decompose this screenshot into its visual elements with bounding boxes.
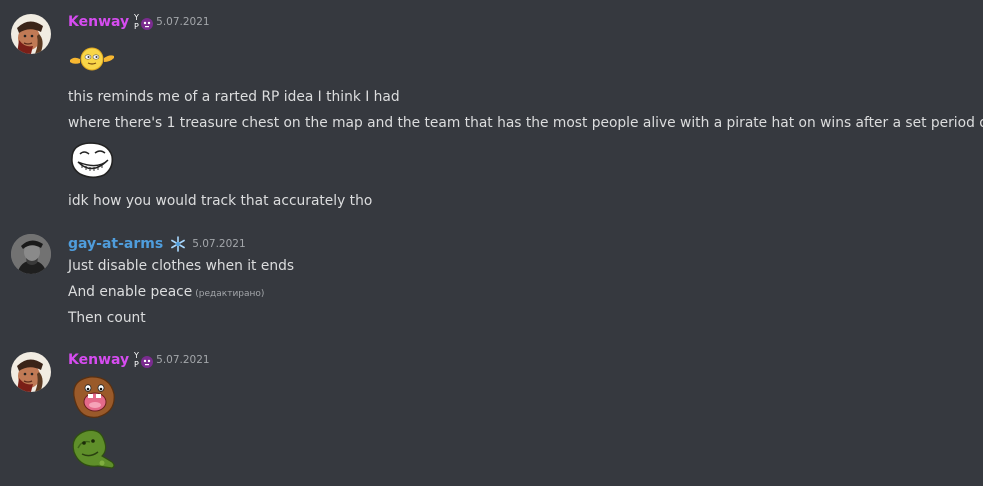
svg-text:P: P (134, 360, 139, 369)
knight-portrait-avatar[interactable] (11, 234, 51, 274)
green-blob-creature-emoji[interactable] (68, 426, 118, 470)
snowflake-badge-icon[interactable] (170, 236, 186, 252)
svg-text:Y: Y (133, 351, 139, 360)
yo-p-skull-badge-icon[interactable]: Y P (133, 12, 154, 32)
screaming-potato-emoji[interactable] (68, 374, 118, 420)
edited-label[interactable]: (редактирано) (195, 289, 264, 299)
svg-text:Y: Y (133, 13, 139, 22)
yo-p-skull-badge-icon[interactable]: Y P (133, 350, 154, 370)
pirate-captain-avatar[interactable] (11, 352, 51, 392)
message-timestamp[interactable]: 5.07.2021 (156, 16, 209, 28)
hugging-face-emoji[interactable] (68, 46, 116, 72)
message-timestamp[interactable]: 5.07.2021 (192, 238, 245, 250)
trollface-emoji[interactable] (68, 140, 116, 180)
message-text-edited: And enable peace (редактирано) (68, 282, 264, 304)
author-name[interactable]: Kenway (68, 14, 129, 30)
message-text: Just disable clothes when it ends (68, 258, 295, 274)
message-timestamp[interactable]: 5.07.2021 (156, 354, 209, 366)
message-text: where there's 1 treasure chest on the ma… (68, 115, 983, 131)
message-text: And enable peace (68, 284, 193, 300)
message-text: Then count (68, 310, 146, 326)
svg-text:P: P (134, 22, 139, 31)
message-text: this reminds me of a rarted RP idea I th… (68, 89, 400, 105)
author-name[interactable]: gay-at-arms (68, 236, 163, 252)
message-text: idk how you would track that accurately … (68, 193, 373, 209)
author-name[interactable]: Kenway (68, 352, 129, 368)
pirate-captain-avatar[interactable] (11, 14, 51, 54)
